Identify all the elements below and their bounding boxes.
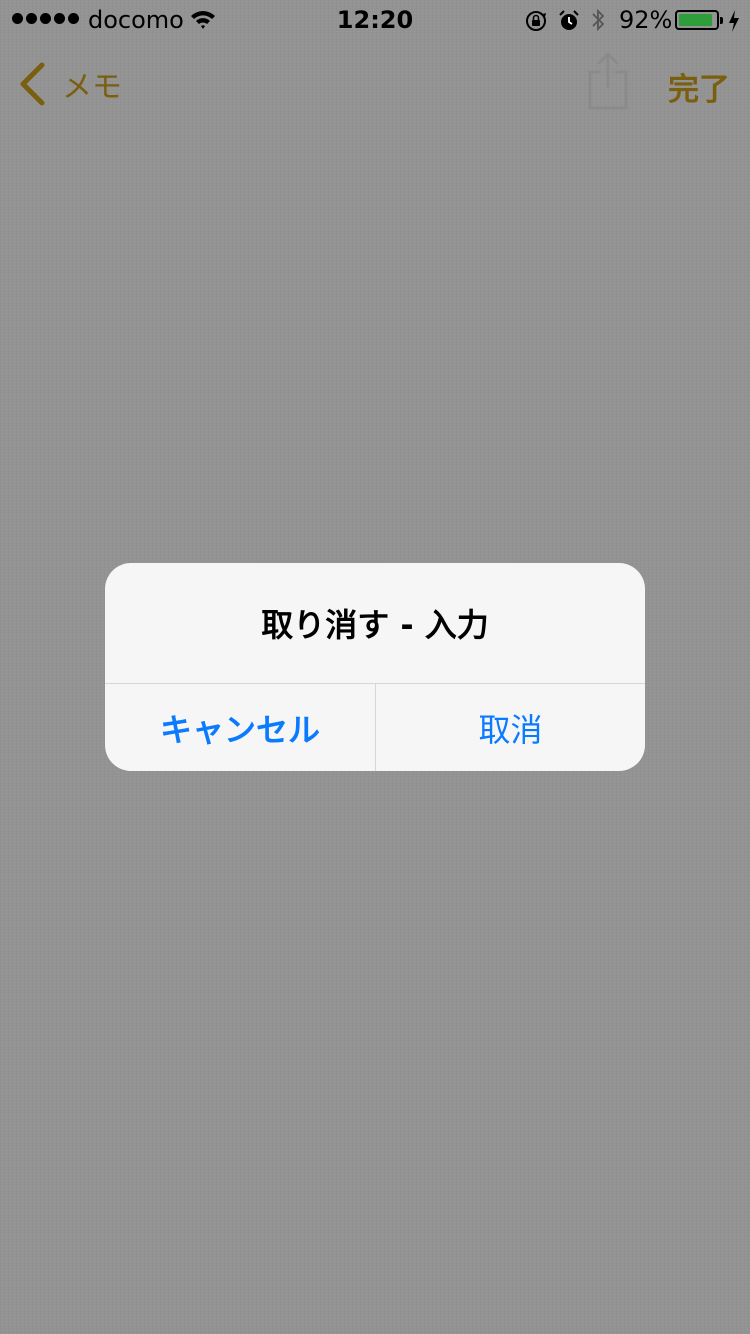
- alarm-icon: [559, 10, 579, 30]
- undo-button[interactable]: 取消: [376, 684, 645, 771]
- battery-percent: 92%: [619, 6, 673, 34]
- back-button[interactable]: メモ: [18, 60, 122, 108]
- charging-bolt-icon: [729, 10, 739, 32]
- battery-icon: [675, 10, 723, 30]
- battery-fill: [679, 14, 712, 26]
- undo-alert-dialog: 取り消す - 入力 キャンセル 取消: [105, 563, 645, 771]
- orientation-lock-icon: [526, 11, 546, 31]
- bluetooth-icon: [592, 8, 605, 32]
- done-button[interactable]: 完了: [668, 64, 730, 109]
- back-label: メモ: [62, 70, 122, 105]
- status-bar: docomo 12:20 92%: [0, 0, 750, 40]
- alert-title: 取り消す - 入力: [261, 606, 489, 644]
- chevron-left-icon: [20, 62, 45, 106]
- cancel-button[interactable]: キャンセル: [105, 684, 375, 771]
- share-icon[interactable]: [586, 52, 630, 110]
